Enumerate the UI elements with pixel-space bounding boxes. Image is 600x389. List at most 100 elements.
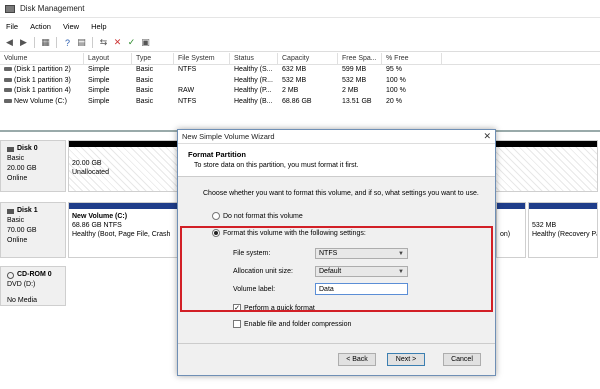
volume-capacity: 532 MB [282,76,307,84]
checkbox-unchecked [233,320,241,328]
drive-icon [4,98,12,103]
next-button[interactable]: Next > [387,353,425,366]
volume-free: 532 MB [342,76,367,84]
volume-fs [174,76,230,87]
toolbar: ◀ ▶ ▦ ? ▤ ⇆ ✕ ✓ ▣ [0,34,600,52]
disk-label[interactable]: Disk 0 Basic 20.00 GB Online [0,140,66,192]
forward-arrow-icon[interactable]: ▶ [18,37,29,48]
disk-name: Disk 0 [17,145,38,152]
disk-status: Online [7,237,28,244]
menu-view[interactable]: View [57,22,85,31]
partition-status: Healthy (Recovery Pa [532,231,597,238]
radio-do-not-format[interactable]: Do not format this volume [212,212,303,220]
volume-pct-free: 100 % [386,76,406,84]
disk-label[interactable]: CD-ROM 0 DVD (D:) No Media [0,266,66,306]
refresh-icon[interactable]: ▣ [140,37,151,48]
dialog-header-title: Format Partition [188,150,246,159]
col-free-space[interactable]: Free Spa... [338,53,382,64]
volume-status: Healthy (B... [234,97,273,105]
help-icon[interactable]: ? [62,37,73,48]
col-capacity[interactable]: Capacity [278,53,338,64]
volume-status: Healthy (S... [234,66,273,73]
col-status[interactable]: Status [230,53,278,64]
col-file-system[interactable]: File System [174,53,230,64]
compression-checkbox[interactable]: Enable file and folder compression [233,320,351,328]
checkbox-label: Enable file and folder compression [244,320,352,328]
col-layout[interactable]: Layout [84,53,132,64]
volume-type: Basic [136,97,154,105]
partition-c-drive[interactable]: New Volume (C:) 68.86 GB NTFS Healthy (B… [68,202,178,258]
partition-size: 68.86 GB NTFS [72,222,122,229]
disk-name: Disk 1 [17,207,38,214]
disk-size: 20.00 GB [7,165,37,172]
connect-icon[interactable]: ⇆ [98,37,109,48]
volume-fs: NTFS [178,66,197,73]
volume-free: 599 MB [342,66,367,73]
back-button[interactable]: < Back [338,353,376,366]
dialog-header-subtitle: To store data on this partition, you mus… [194,162,359,169]
disk-status: Online [7,175,28,182]
volume-layout: Simple [88,76,110,84]
volume-capacity: 68.86 GB [282,97,312,105]
properties-icon[interactable]: ▤ [76,37,87,48]
cancel-button[interactable]: Cancel [443,353,481,366]
col-type[interactable]: Type [132,53,174,64]
volume-name: (Disk 1 partition 3) [14,76,71,84]
grid-icon[interactable]: ▦ [40,37,51,48]
partition-system[interactable]: on) [496,202,526,258]
dialog-title: New Simple Volume Wizard [182,132,275,141]
toolbar-divider [34,37,35,48]
volume-list-header: Volume Layout Type File System Status Ca… [0,53,600,65]
volume-free: 2 MB [342,87,359,94]
drive-icon [4,88,12,93]
table-row[interactable]: New Volume (C:) Simple Basic NTFS Health… [0,97,600,108]
delete-icon[interactable]: ✕ [112,37,123,48]
disk-type: Basic [7,155,25,162]
radio-label: Do not format this volume [223,212,303,220]
volume-status: Healthy (P... [234,87,272,94]
dialog-footer: < Back Next > Cancel [178,343,495,375]
disk-type: DVD (D:) [7,281,36,288]
volume-pct-free: 100 % [386,87,406,94]
drive-icon [4,77,12,82]
disk-management-icon [5,4,15,13]
volume-type: Basic [136,76,154,84]
highlight-box [180,226,493,312]
close-icon[interactable]: ✕ [483,131,491,142]
col-percent-free[interactable]: % Free [382,53,442,64]
radio-button-off [212,212,220,220]
volume-list: Volume Layout Type File System Status Ca… [0,53,600,107]
window-title: Disk Management [20,4,85,13]
menu-bar: File Action View Help [0,18,600,34]
menu-file[interactable]: File [0,22,24,31]
table-row[interactable]: (Disk 1 partition 3) Simple Basic Health… [0,76,600,87]
partition-status: Healthy (Boot, Page File, Crash [72,231,171,238]
volume-name: (Disk 1 partition 4) [14,87,71,94]
toolbar-divider [56,37,57,48]
table-row[interactable]: (Disk 1 partition 2) Simple Basic NTFS H… [0,65,600,76]
partition-size: 532 MB [532,222,557,229]
dialog-header: Format Partition To store data on this p… [178,144,495,177]
check-icon[interactable]: ✓ [126,37,137,48]
title-bar: Disk Management [0,0,600,18]
disk-label[interactable]: Disk 1 Basic 70.00 GB Online [0,202,66,258]
volume-pct-free: 95 % [386,66,402,73]
partition-recovery[interactable]: 532 MB Healthy (Recovery Pa [528,202,598,258]
volume-fs: NTFS [178,97,197,105]
back-arrow-icon[interactable]: ◀ [4,37,15,48]
partition-name: New Volume (C:) [72,213,128,220]
disk-type: Basic [7,217,25,224]
volume-layout: Simple [88,66,110,73]
volume-free: 13.51 GB [342,97,372,105]
menu-help[interactable]: Help [85,22,112,31]
menu-action[interactable]: Action [24,22,57,31]
table-row[interactable]: (Disk 1 partition 4) Simple Basic RAW He… [0,86,600,97]
col-volume[interactable]: Volume [0,53,84,64]
volume-capacity: 2 MB [282,87,299,94]
toolbar-divider [92,37,93,48]
volume-type: Basic [136,87,154,94]
cd-rom-icon [7,271,14,279]
disk-size: 70.00 GB [7,227,37,234]
dialog-title-bar: New Simple Volume Wizard ✕ [178,130,495,144]
partition-status-fragment: on) [500,231,511,238]
